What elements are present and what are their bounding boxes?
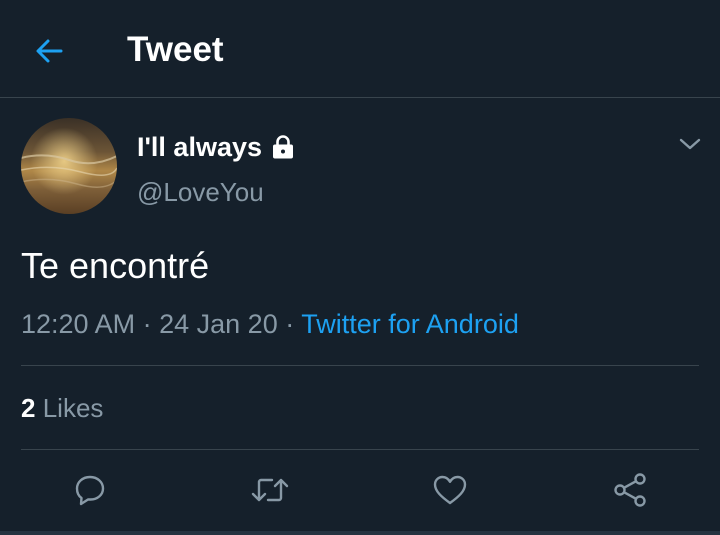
like-button[interactable] bbox=[428, 468, 472, 512]
action-bar bbox=[0, 450, 720, 534]
share-button[interactable] bbox=[608, 468, 652, 512]
reply-icon bbox=[75, 475, 105, 506]
tweet-detail-screen: Tweet I'll always @LoveYou Te encontré 1… bbox=[0, 0, 720, 535]
tweet-source-link[interactable]: Twitter for Android bbox=[301, 309, 519, 339]
likes-label: Likes bbox=[42, 393, 104, 423]
top-bar: Tweet bbox=[0, 0, 720, 98]
lock-icon bbox=[273, 135, 293, 159]
tweet-date: 24 Jan 20 bbox=[159, 309, 278, 339]
likes-summary[interactable]: 2 Likes bbox=[21, 392, 103, 424]
chevron-down-icon[interactable] bbox=[677, 133, 703, 155]
meta-separator: · bbox=[285, 309, 295, 339]
tweet-time: 12:20 AM bbox=[21, 309, 136, 339]
divider bbox=[21, 365, 699, 366]
avatar-image bbox=[21, 118, 117, 214]
likes-count: 2 bbox=[21, 393, 36, 423]
display-name: I'll always bbox=[137, 132, 262, 162]
author-name-row[interactable]: I'll always bbox=[137, 130, 295, 164]
meta-separator: · bbox=[142, 309, 152, 339]
avatar[interactable] bbox=[21, 118, 117, 214]
share-icon bbox=[614, 473, 646, 507]
reply-button[interactable] bbox=[68, 468, 112, 512]
heart-icon bbox=[433, 475, 467, 505]
arrow-left-icon bbox=[36, 39, 63, 63]
page-title: Tweet bbox=[127, 30, 224, 69]
retweet-button[interactable] bbox=[248, 468, 292, 512]
user-handle[interactable]: @LoveYou bbox=[137, 176, 264, 208]
bottom-edge bbox=[0, 531, 720, 535]
tweet-metadata: 12:20 AM · 24 Jan 20 · Twitter for Andro… bbox=[21, 307, 519, 341]
retweet-icon bbox=[251, 478, 289, 502]
back-button[interactable] bbox=[26, 28, 72, 74]
tweet-text: Te encontré bbox=[21, 245, 210, 286]
